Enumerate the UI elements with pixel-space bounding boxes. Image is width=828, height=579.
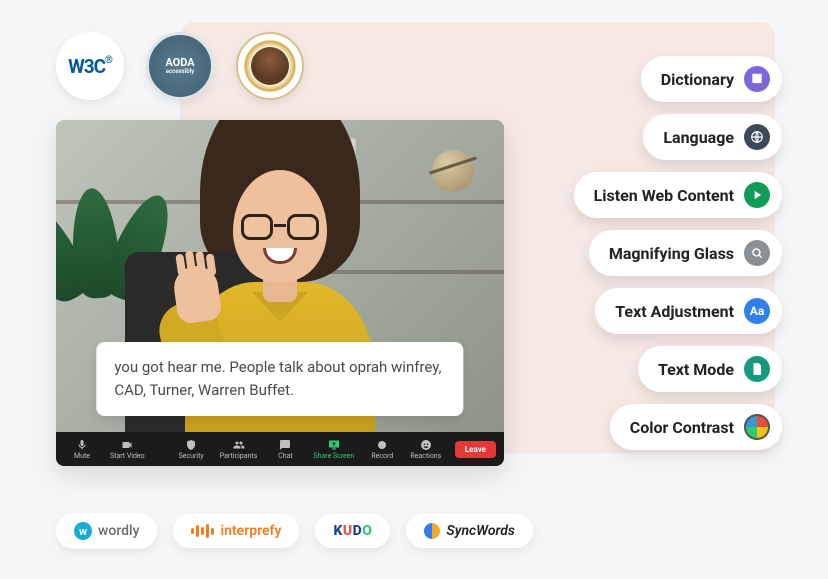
accessibility-features-list: Dictionary Language Listen Web Content M…: [574, 56, 782, 450]
book-icon: [744, 66, 770, 92]
pill-label: Color Contrast: [630, 418, 734, 437]
syncwords-icon: [424, 523, 440, 539]
share-icon: [328, 439, 340, 451]
wordly-logo: w wordly: [56, 513, 157, 549]
video-call-card: you got hear me. People talk about oprah…: [56, 120, 504, 466]
play-icon: [744, 182, 770, 208]
chat-icon: [279, 439, 291, 451]
pill-label: Language: [663, 128, 734, 147]
reactions-button[interactable]: Reactions: [404, 439, 447, 460]
color-contrast-pill[interactable]: Color Contrast: [610, 404, 782, 450]
doj-badge: [236, 32, 304, 100]
listen-web-content-pill[interactable]: Listen Web Content: [574, 172, 782, 218]
wordly-icon: w: [74, 522, 92, 540]
text-adjustment-pill[interactable]: Text Adjustment Aa: [595, 288, 782, 334]
mic-icon: [76, 439, 88, 451]
interprefy-icon: [191, 524, 214, 538]
smile-icon: [420, 439, 432, 451]
caption-text: you got hear me. People talk about oprah…: [114, 358, 441, 399]
language-pill[interactable]: Language: [643, 114, 782, 160]
security-button[interactable]: Security: [173, 439, 210, 460]
share-screen-button[interactable]: Share Screen: [307, 439, 360, 460]
live-caption: you got hear me. People talk about oprah…: [96, 342, 463, 417]
participants-button[interactable]: Participants: [214, 439, 264, 460]
search-icon: [744, 240, 770, 266]
start-video-button[interactable]: Start Video: [104, 439, 151, 460]
call-toolbar: Mute Start Video Security Participants C…: [56, 432, 504, 466]
text-mode-pill[interactable]: Text Mode: [638, 346, 782, 392]
pill-label: Listen Web Content: [594, 186, 734, 205]
kudo-logo: KUDO: [315, 514, 390, 548]
leave-button[interactable]: Leave: [455, 441, 496, 458]
doc-icon: [744, 356, 770, 382]
interprefy-text: interprefy: [220, 523, 281, 539]
aa-icon: Aa: [744, 298, 770, 324]
dictionary-pill[interactable]: Dictionary: [641, 56, 782, 102]
magnifying-glass-pill[interactable]: Magnifying Glass: [589, 230, 782, 276]
syncwords-text: SyncWords: [446, 523, 514, 539]
aoda-badge: AODA accessibly: [146, 32, 214, 100]
pill-label: Dictionary: [661, 70, 734, 89]
contrast-icon: [744, 414, 770, 440]
mute-button[interactable]: Mute: [64, 439, 100, 460]
pill-label: Text Adjustment: [615, 302, 734, 321]
partner-logos: w wordly interprefy KUDO SyncWords: [56, 513, 533, 549]
syncwords-logo: SyncWords: [406, 514, 532, 548]
video-feed: you got hear me. People talk about oprah…: [56, 120, 504, 432]
interprefy-logo: interprefy: [173, 514, 299, 548]
kudo-text: KUDO: [333, 523, 372, 539]
shield-icon: [185, 439, 197, 451]
pill-label: Magnifying Glass: [609, 244, 734, 263]
camera-icon: [121, 439, 133, 451]
w3c-badge: W3C®: [56, 32, 124, 100]
pill-label: Text Mode: [658, 360, 734, 379]
w3c-label: W3C: [68, 55, 105, 78]
compliance-badges: W3C® AODA accessibly: [56, 32, 304, 100]
people-icon: [233, 439, 245, 451]
aoda-label: AODA: [165, 57, 194, 69]
record-icon: [376, 439, 388, 451]
record-button[interactable]: Record: [364, 439, 400, 460]
globe-icon: [744, 124, 770, 150]
wordly-text: wordly: [98, 523, 139, 539]
chat-button[interactable]: Chat: [267, 439, 303, 460]
